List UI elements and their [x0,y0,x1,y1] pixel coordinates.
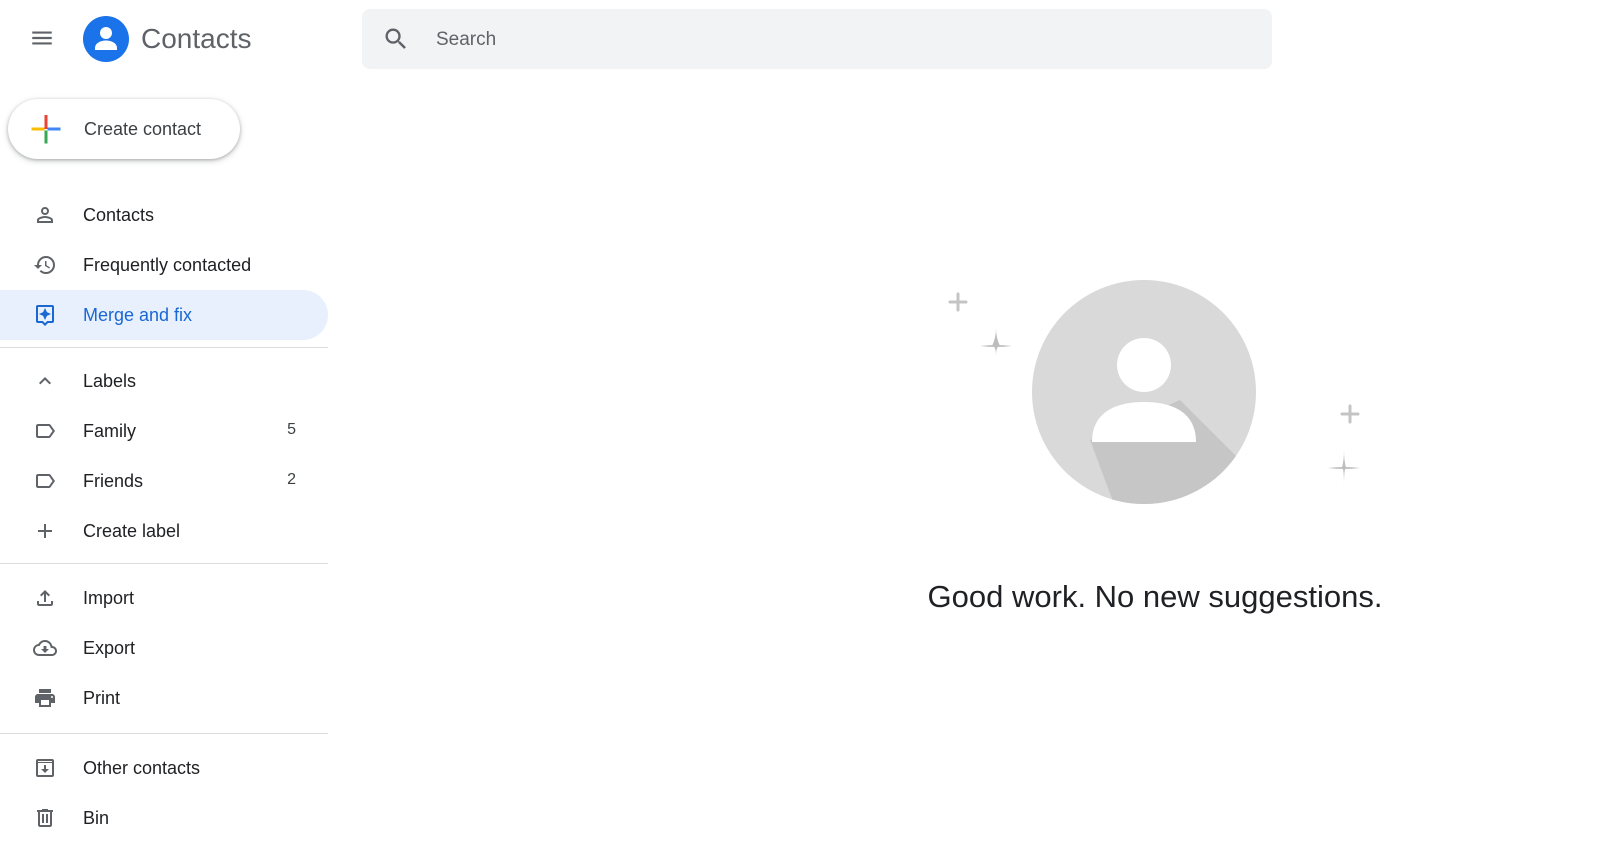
create-contact-button[interactable]: Create contact [8,99,240,159]
search-icon[interactable] [382,25,410,53]
label-icon [36,424,55,438]
nav-item-frequently-contacted[interactable]: Frequently contacted [0,240,328,290]
create-contact-label: Create contact [84,119,202,139]
search-input[interactable] [434,19,1238,61]
upload-icon [37,590,53,606]
merge-fix-icon [36,305,54,326]
nav-label-export: Export [83,638,136,658]
divider [0,347,328,348]
label-name: Friends [83,471,144,491]
printer-icon [35,689,55,707]
main-menu-button[interactable] [22,18,62,58]
search-bar[interactable] [362,9,1272,69]
multicolor-plus-icon [31,115,61,144]
nav-label-contacts: Contacts [83,205,155,225]
label-item-friends[interactable]: Friends 2 [0,456,328,506]
labels-header: Labels [83,371,137,391]
empty-state-illustration [948,280,1360,504]
label-count: 5 [287,421,296,438]
label-count: 2 [287,471,296,488]
app-title: Contacts [141,23,252,54]
nav-label-frequently-contacted: Frequently contacted [83,255,252,275]
hamburger-menu-icon [32,31,52,45]
label-item-family[interactable]: Family 5 [0,406,328,456]
label-icon [36,474,55,488]
divider [0,733,328,734]
trash-icon [37,809,53,827]
archive-download-icon [36,759,54,777]
app-header: Contacts [0,0,1602,80]
cloud-download-icon [33,640,57,656]
history-icon [34,256,55,274]
plus-icon [38,524,52,538]
empty-state-message: Good work. No new suggestions. [927,579,1383,614]
create-label-text: Create label [83,521,181,541]
nav-label-merge-and-fix: Merge and fix [83,305,193,325]
person-icon [37,207,53,223]
label-name: Family [83,421,136,441]
chevron-up-icon [39,377,51,385]
nav-item-contacts[interactable]: Contacts [0,190,328,240]
nav-item-print[interactable]: Print [0,673,328,723]
nav-item-other-contacts[interactable]: Other contacts [0,743,328,793]
labels-section-toggle[interactable]: Labels [0,356,328,406]
contacts-logo-icon[interactable] [83,16,129,62]
nav-label-print: Print [83,688,121,708]
create-label-button[interactable]: Create label [0,506,328,556]
nav-item-merge-and-fix[interactable]: Merge and fix [0,290,328,340]
nav-item-bin[interactable]: Bin [0,793,328,843]
nav-label-other-contacts: Other contacts [83,758,201,778]
nav-label-bin: Bin [83,808,110,828]
nav-item-import[interactable]: Import [0,573,328,623]
nav-item-export[interactable]: Export [0,623,328,673]
divider [0,563,328,564]
nav-label-import: Import [83,588,135,608]
